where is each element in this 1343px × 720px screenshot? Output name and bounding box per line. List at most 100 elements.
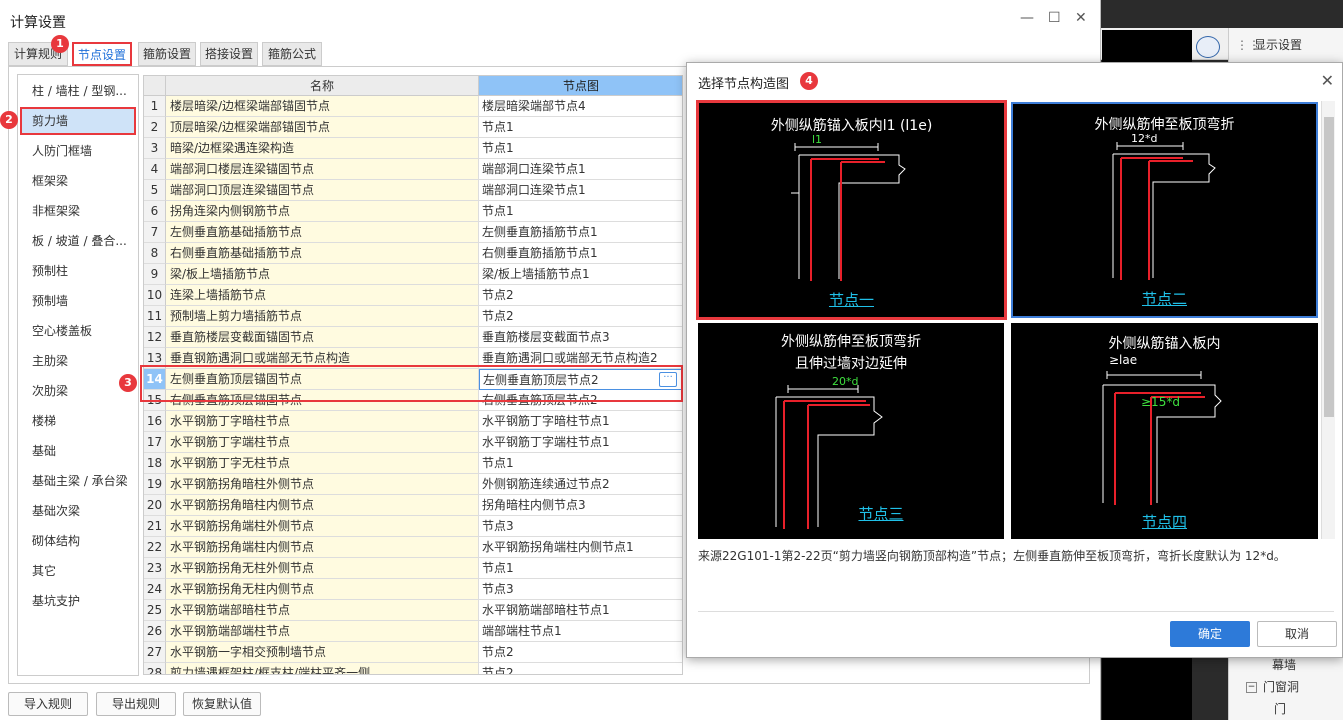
tree-item-door[interactable]: 门 [1232,698,1299,720]
table-row[interactable]: 17 水平钢筋丁字端柱节点 水平钢筋丁字端柱节点1 [144,432,682,453]
display-settings-label[interactable]: 显示设置 [1254,36,1302,53]
table-row[interactable]: 26 水平钢筋端部端柱节点 端部端柱节点1 [144,621,682,642]
table-row[interactable]: 20 水平钢筋拐角暗柱内侧节点 拐角暗柱内侧节点3 [144,495,682,516]
node-option-2-label[interactable]: 节点二 [1013,288,1316,309]
table-row[interactable]: 11 预制墙上剪力墙插筋节点 节点2 [144,306,682,327]
popup-scroll-thumb[interactable] [1324,117,1334,417]
table-row[interactable]: 8 右侧垂直筋基础插筋节点 右侧垂直筋插筋节点1 [144,243,682,264]
row-number: 28 [144,663,166,674]
category-item[interactable]: 预制柱 [20,257,136,285]
category-item[interactable]: 基础次梁 [20,497,136,525]
table-row[interactable]: 4 端部洞口楼层连梁锚固节点 端部洞口连梁节点1 [144,159,682,180]
tab-lap-settings[interactable]: 搭接设置 [200,42,258,66]
maximize-icon[interactable]: ☐ [1048,10,1061,26]
row-node-cell[interactable]: 节点3 [479,516,682,537]
popup-close-icon[interactable]: ✕ [1321,71,1334,90]
row-node-cell[interactable]: 垂直筋楼层变截面节点3 [479,327,682,348]
category-item-selected[interactable]: 剪力墙 [20,107,136,135]
row-node-cell[interactable]: 水平钢筋拐角端柱内侧节点1 [479,537,682,558]
globe-icon[interactable] [1196,36,1220,58]
table-row[interactable]: 24 水平钢筋拐角无柱内侧节点 节点3 [144,579,682,600]
row-node-cell[interactable]: 左侧垂直筋插筋节点1 [479,222,682,243]
row-node-value: 节点2 [482,645,514,659]
tab-node-settings[interactable]: 节点设置 [72,42,132,66]
node-option-3[interactable]: 外侧纵筋伸至板顶弯折 且伸过墙对边延伸 20*d 节点三 [698,323,1004,539]
popup-scrollbar[interactable] [1321,101,1335,539]
dialog-title: 计算设置 [10,15,66,31]
table-row[interactable]: 19 水平钢筋拐角暗柱外侧节点 外侧钢筋连续通过节点2 [144,474,682,495]
category-item[interactable]: 基础主梁 / 承台梁 [20,467,136,495]
collapse-icon[interactable]: − [1246,682,1257,693]
category-item[interactable]: 基础 [20,437,136,465]
node-option-2[interactable]: 外侧纵筋伸至板顶弯折 12*d 节点二 [1011,102,1318,318]
table-row[interactable]: 5 端部洞口顶层连梁锚固节点 端部洞口连梁节点1 [144,180,682,201]
table-row[interactable]: 1 楼层暗梁/边框梁端部锚固节点 楼层暗梁端部节点4 [144,96,682,117]
category-item[interactable]: 非框架梁 [20,197,136,225]
node-option-4[interactable]: 外侧纵筋锚入板内 ≥lae ≥15*d 节点四 [1011,323,1318,539]
row-node-cell[interactable]: 外侧钢筋连续通过节点2 [479,474,682,495]
category-item[interactable]: 楼梯 [20,407,136,435]
node-option-1-label[interactable]: 节点一 [699,289,1004,310]
row-node-cell[interactable]: 节点1 [479,201,682,222]
close-icon[interactable]: ✕ [1075,10,1087,26]
row-node-cell[interactable]: 水平钢筋端部暗柱节点1 [479,600,682,621]
tab-stirrup-formula[interactable]: 箍筋公式 [262,42,322,66]
table-row[interactable]: 3 暗梁/边框梁遇连梁构造 节点1 [144,138,682,159]
table-row[interactable]: 23 水平钢筋拐角无柱外侧节点 节点1 [144,558,682,579]
table-row[interactable]: 6 拐角连梁内侧钢筋节点 节点1 [144,201,682,222]
category-item[interactable]: 板 / 坡道 / 叠合... [20,227,136,255]
row-node-cell[interactable]: 拐角暗柱内侧节点3 [479,495,682,516]
row-node-cell[interactable]: 节点1 [479,558,682,579]
export-rules-button[interactable]: 导出规则 [96,692,176,716]
row-node-cell[interactable]: 节点2 [479,306,682,327]
tab-stirrup-settings[interactable]: 箍筋设置 [138,42,196,66]
table-row[interactable]: 25 水平钢筋端部暗柱节点 水平钢筋端部暗柱节点1 [144,600,682,621]
category-item[interactable]: 主肋梁 [20,347,136,375]
row-node-cell[interactable]: 端部洞口连梁节点1 [479,180,682,201]
table-row[interactable]: 21 水平钢筋拐角端柱外侧节点 节点3 [144,516,682,537]
category-item[interactable]: 柱 / 墙柱 / 型钢... [20,77,136,105]
table-row[interactable]: 22 水平钢筋拐角端柱内侧节点 水平钢筋拐角端柱内侧节点1 [144,537,682,558]
minimize-icon[interactable]: — [1020,10,1034,26]
row-node-cell[interactable]: 节点1 [479,138,682,159]
tree-item-openings[interactable]: − 门窗洞 [1232,676,1299,698]
node-option-3-label[interactable]: 节点三 [728,503,1034,524]
row-node-cell[interactable]: 楼层暗梁端部节点4 [479,96,682,117]
row-node-cell[interactable]: 端部洞口连梁节点1 [479,159,682,180]
category-item[interactable]: 基坑支护 [20,587,136,615]
category-item[interactable]: 其它 [20,557,136,585]
table-row[interactable]: 12 垂直筋楼层变截面锚固节点 垂直筋楼层变截面节点3 [144,327,682,348]
category-item[interactable]: 空心楼盖板 [20,317,136,345]
row-number: 16 [144,411,166,432]
table-row[interactable]: 9 梁/板上墙插筋节点 梁/板上墙插筋节点1 [144,264,682,285]
row-node-cell[interactable]: 水平钢筋丁字暗柱节点1 [479,411,682,432]
row-node-cell[interactable]: 节点1 [479,453,682,474]
row-node-cell[interactable]: 水平钢筋丁字端柱节点1 [479,432,682,453]
row-node-cell[interactable]: 端部端柱节点1 [479,621,682,642]
category-item[interactable]: 砌体结构 [20,527,136,555]
ok-button[interactable]: 确定 [1170,621,1250,647]
cancel-button[interactable]: 取消 [1257,621,1337,647]
row-node-cell[interactable]: 节点2 [479,285,682,306]
table-row[interactable]: 27 水平钢筋一字相交预制墙节点 节点2 [144,642,682,663]
row-node-cell[interactable]: 节点3 [479,579,682,600]
restore-defaults-button[interactable]: 恢复默认值 [183,692,261,716]
row-node-cell[interactable]: 节点1 [479,117,682,138]
row-node-cell[interactable]: 节点2 [479,663,682,674]
row-node-cell[interactable]: 右侧垂直筋插筋节点1 [479,243,682,264]
table-row[interactable]: 28 剪力墙遇框架柱/框支柱/端柱平齐一侧 节点2 [144,663,682,674]
row-node-cell[interactable]: 节点2 [479,642,682,663]
row-node-cell[interactable]: 梁/板上墙插筋节点1 [479,264,682,285]
row-name-cell: 预制墙上剪力墙插筋节点 [166,306,479,327]
table-row[interactable]: 16 水平钢筋丁字暗柱节点 水平钢筋丁字暗柱节点1 [144,411,682,432]
category-item[interactable]: 预制墙 [20,287,136,315]
table-row[interactable]: 2 顶层暗梁/边框梁端部锚固节点 节点1 [144,117,682,138]
table-row[interactable]: 10 连梁上墙插筋节点 节点2 [144,285,682,306]
node-option-1[interactable]: 外侧纵筋锚入板内l1 (l1e) l1 节点一 [696,100,1007,320]
category-item[interactable]: 人防门框墙 [20,137,136,165]
table-row[interactable]: 18 水平钢筋丁字无柱节点 节点1 [144,453,682,474]
table-row[interactable]: 7 左侧垂直筋基础插筋节点 左侧垂直筋插筋节点1 [144,222,682,243]
node-option-4-label[interactable]: 节点四 [1011,511,1318,532]
category-item[interactable]: 框架梁 [20,167,136,195]
import-rules-button[interactable]: 导入规则 [8,692,88,716]
